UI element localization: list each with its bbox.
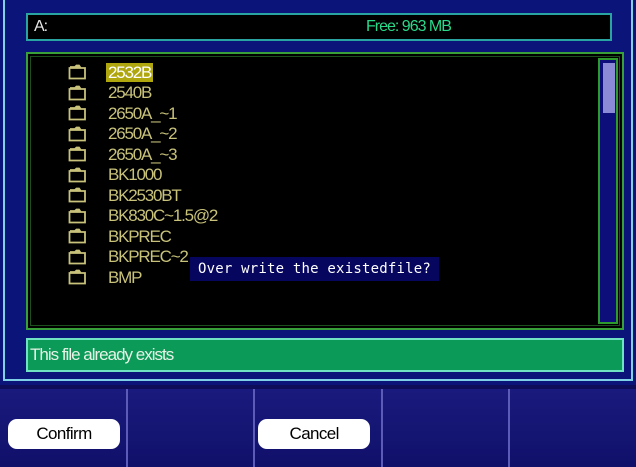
cancel-button[interactable]: Cancel	[258, 419, 371, 449]
file-list-item[interactable]: 2650A_~1	[68, 103, 219, 124]
folder-icon	[68, 269, 88, 285]
folder-icon	[68, 146, 88, 162]
file-list: 2532B 2540B 2650A_~1 2650A_~2 2650A_~3 BK1000…	[68, 62, 219, 288]
folder-icon	[68, 228, 88, 244]
file-list-item[interactable]: BK830C~1.5@2	[68, 206, 219, 227]
folder-icon	[68, 249, 88, 265]
file-name: BKPREC~2	[108, 247, 189, 267]
folder-icon	[68, 105, 88, 121]
file-name: BMP	[108, 267, 142, 287]
softkey-slot-3: Cancel	[255, 389, 383, 467]
folder-icon	[68, 85, 88, 101]
path-bar: A: Free: 963 MB	[26, 13, 612, 41]
file-list-item[interactable]: 2540B	[68, 83, 219, 104]
softkey-bar: Confirm Cancel	[0, 389, 636, 467]
softkey-slot-5	[510, 389, 636, 467]
softkey-slot-2	[127, 389, 256, 467]
file-list-item[interactable]: BK2530BT	[68, 185, 219, 206]
file-name: 2540B	[108, 83, 152, 103]
softkey-slot-4	[382, 389, 511, 467]
status-bar: This file already exists	[26, 338, 624, 372]
file-list-item[interactable]: 2650A_~3	[68, 144, 219, 165]
file-name: 2650A_~1	[108, 103, 178, 123]
file-name: 2650A_~2	[108, 124, 178, 144]
drive-label: A:	[34, 18, 48, 35]
file-list-item[interactable]: 2532B	[68, 62, 219, 83]
folder-icon	[68, 64, 88, 80]
file-name: 2532B	[106, 62, 154, 82]
scrollbar[interactable]	[598, 58, 618, 324]
file-list-item[interactable]: 2650A_~2	[68, 124, 219, 145]
free-space-label: Free: 963 MB	[366, 18, 452, 35]
file-name: BKPREC	[108, 226, 172, 246]
folder-icon	[68, 167, 88, 183]
scrollbar-thumb[interactable]	[603, 63, 615, 113]
screen-frame: A: Free: 963 MB 2532B 2540B 2650A_~1 2650A_…	[0, 0, 636, 385]
file-name: 2650A_~3	[108, 144, 178, 164]
file-list-item[interactable]: BKPREC	[68, 226, 219, 247]
folder-icon	[68, 126, 88, 142]
softkey-slot-1: Confirm	[0, 389, 128, 467]
confirm-button[interactable]: Confirm	[8, 419, 120, 449]
file-list-item[interactable]: BK1000	[68, 165, 219, 186]
file-list-panel[interactable]: 2532B 2540B 2650A_~1 2650A_~2 2650A_~3 BK1000…	[26, 52, 624, 330]
overwrite-dialog: Over write the existedfile?	[190, 257, 439, 281]
folder-icon	[68, 208, 88, 224]
file-name: BK830C~1.5@2	[108, 206, 218, 226]
file-name: BK1000	[108, 165, 163, 185]
file-name: BK2530BT	[108, 185, 182, 205]
folder-icon	[68, 187, 88, 203]
